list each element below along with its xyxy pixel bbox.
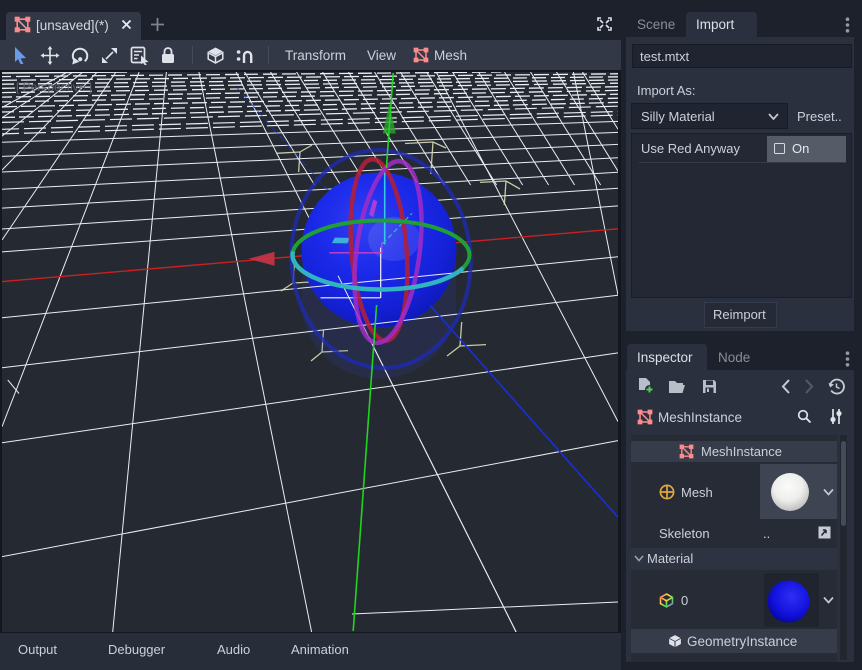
svg-text:[ Perspective ]: [ Perspective ]	[16, 80, 92, 94]
